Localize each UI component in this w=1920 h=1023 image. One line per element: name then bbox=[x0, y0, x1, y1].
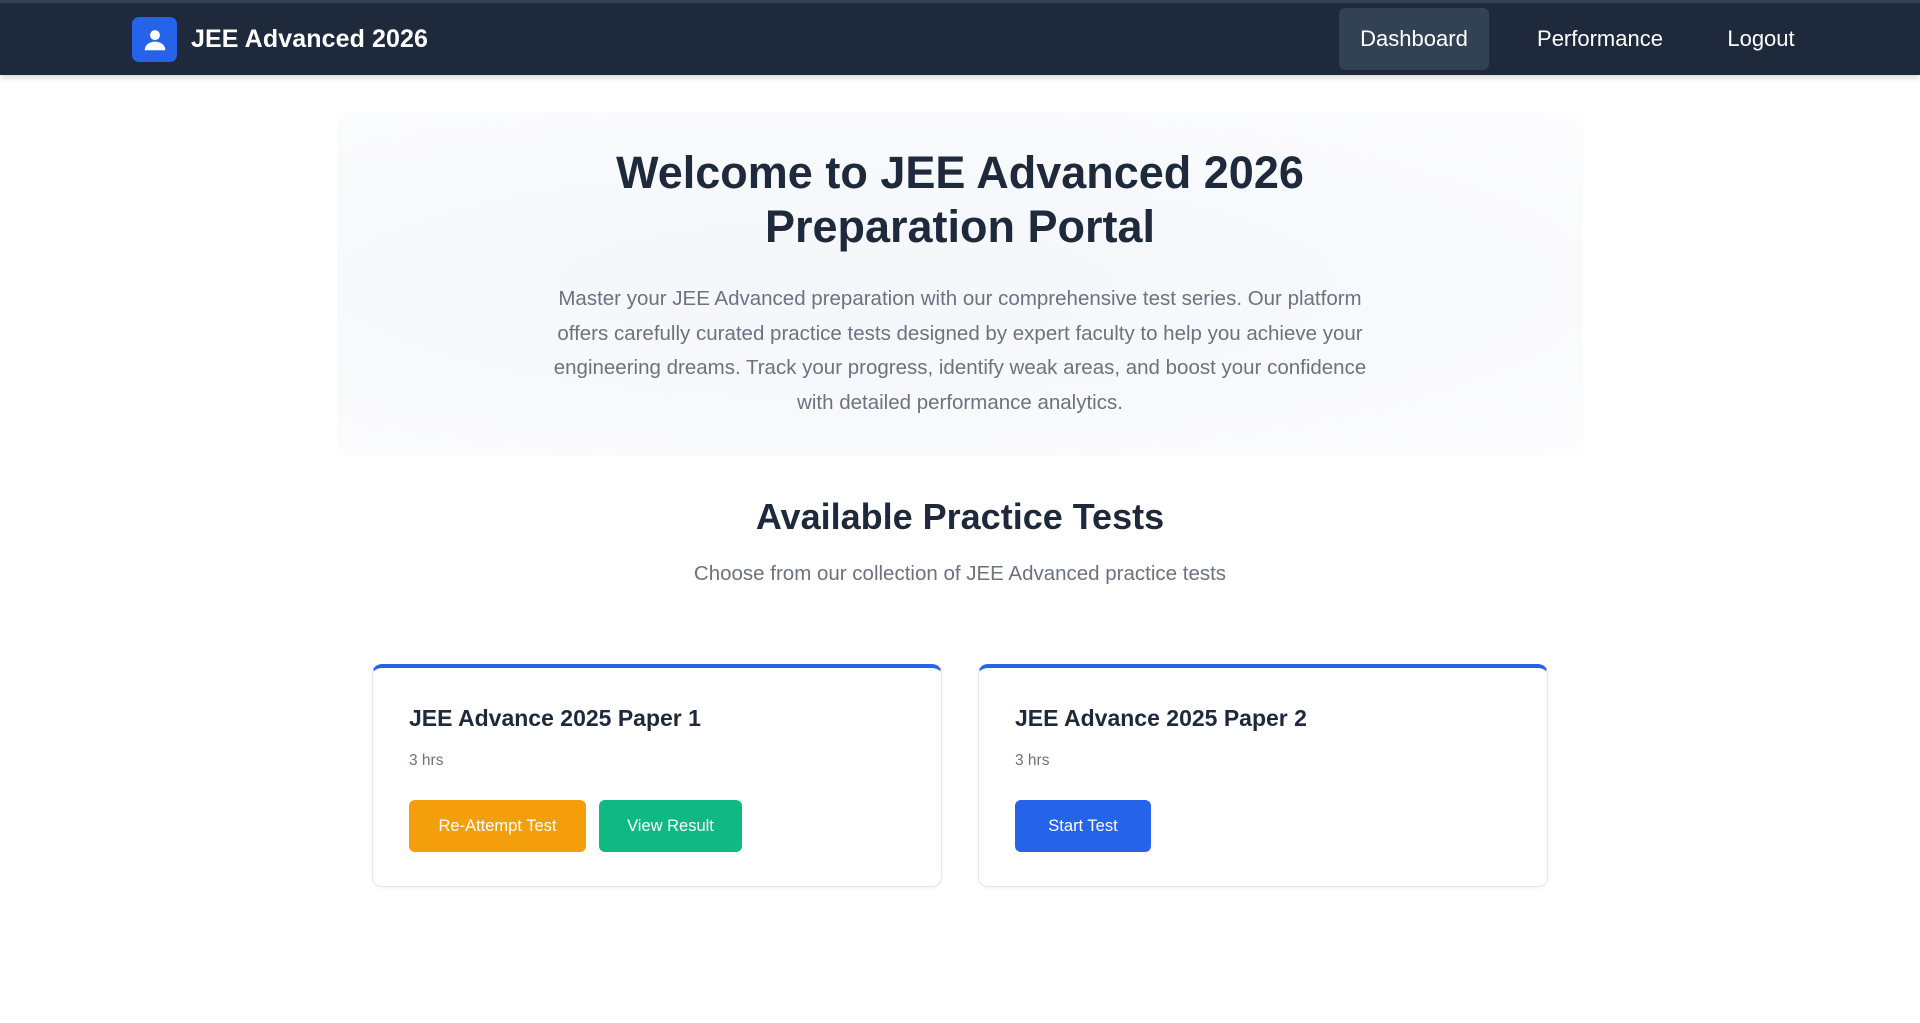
hero-title: Welcome to JEE Advanced 2026 Preparation… bbox=[337, 146, 1583, 254]
hero-description: Master your JEE Advanced preparation wit… bbox=[553, 287, 1367, 414]
tests-section-title: Available Practice Tests bbox=[755, 496, 1165, 537]
user-icon bbox=[132, 17, 177, 62]
brand[interactable]: JEE Advanced 2026 bbox=[132, 17, 428, 62]
test-card-paper-2: JEE Advance 2025 Paper 2 3 hrs Start Tes… bbox=[978, 664, 1548, 887]
tests-section-subtitle: Choose from our collection of JEE Advanc… bbox=[693, 562, 1227, 585]
test-card-duration: 3 hrs bbox=[1015, 752, 1050, 769]
hero-section: Welcome to JEE Advanced 2026 Preparation… bbox=[337, 112, 1583, 456]
test-card-paper-1: JEE Advance 2025 Paper 1 3 hrs Re-Attemp… bbox=[372, 664, 942, 887]
nav-performance[interactable]: Performance bbox=[1514, 8, 1686, 70]
nav-logout[interactable]: Logout bbox=[1706, 8, 1816, 70]
test-card-duration: 3 hrs bbox=[409, 752, 444, 769]
start-test-button[interactable]: Start Test bbox=[1015, 800, 1151, 852]
view-result-button[interactable]: View Result bbox=[599, 800, 742, 852]
test-card-title: JEE Advance 2025 Paper 1 bbox=[409, 705, 701, 731]
hero-title-line2: Preparation Portal bbox=[764, 201, 1156, 252]
test-card-title: JEE Advance 2025 Paper 2 bbox=[1015, 705, 1307, 731]
brand-title: JEE Advanced 2026 bbox=[191, 25, 429, 53]
reattempt-test-button[interactable]: Re-Attempt Test bbox=[409, 800, 586, 852]
top-navbar: JEE Advanced 2026 Dashboard Performance … bbox=[0, 0, 1920, 75]
hero-title-line1: Welcome to JEE Advanced 2026 bbox=[616, 147, 1304, 198]
nav-dashboard[interactable]: Dashboard bbox=[1339, 8, 1489, 70]
